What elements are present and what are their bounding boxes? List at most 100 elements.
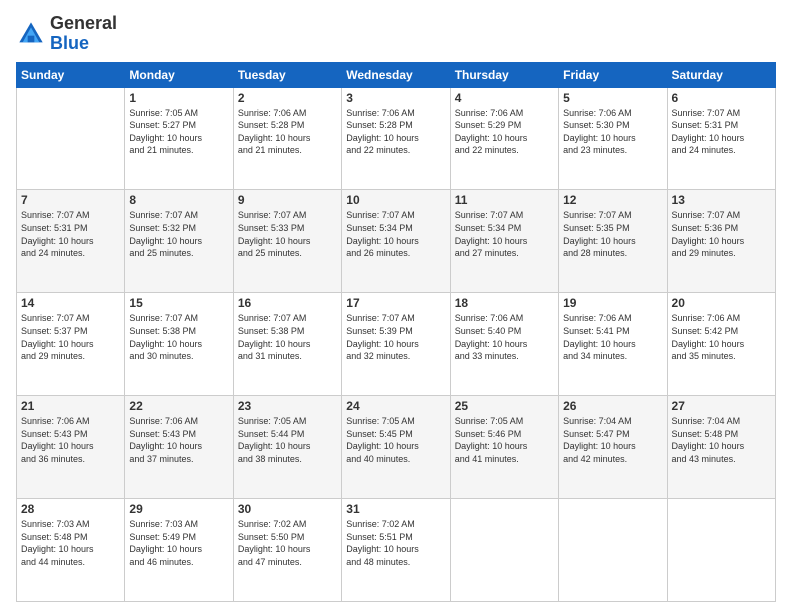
day-number: 6 xyxy=(672,91,771,105)
day-number: 5 xyxy=(563,91,662,105)
day-number: 25 xyxy=(455,399,554,413)
day-number: 12 xyxy=(563,193,662,207)
day-number: 23 xyxy=(238,399,337,413)
calendar-cell: 19 Sunrise: 7:06 AM Sunset: 5:41 PM Dayli… xyxy=(559,293,667,396)
logo: General Blue xyxy=(16,14,117,54)
cell-details: Sunrise: 7:07 AM Sunset: 5:34 PM Dayligh… xyxy=(346,209,445,259)
cell-details: Sunrise: 7:03 AM Sunset: 5:49 PM Dayligh… xyxy=(129,518,228,568)
calendar-cell: 31Sunrise: 7:02 AM Sunset: 5:51 PM Dayli… xyxy=(342,499,450,602)
calendar-cell: 9 Sunrise: 7:07 AM Sunset: 5:33 PM Daylig… xyxy=(233,190,341,293)
cell-details: Sunrise: 7:06 AM Sunset: 5:41 PM Dayligh… xyxy=(563,312,662,362)
day-number: 21 xyxy=(21,399,120,413)
day-number: 28 xyxy=(21,502,120,516)
calendar-cell: 26 Sunrise: 7:04 AM Sunset: 5:47 PM Dayli… xyxy=(559,396,667,499)
day-number: 16 xyxy=(238,296,337,310)
calendar-cell xyxy=(559,499,667,602)
day-number: 1 xyxy=(129,91,228,105)
calendar-cell: 7 Sunrise: 7:07 AM Sunset: 5:31 PM Daylig… xyxy=(17,190,125,293)
calendar-cell: 11 Sunrise: 7:07 AM Sunset: 5:34 PM Dayli… xyxy=(450,190,558,293)
day-number: 15 xyxy=(129,296,228,310)
day-number: 13 xyxy=(672,193,771,207)
day-number: 3 xyxy=(346,91,445,105)
cell-details: Sunrise: 7:04 AM Sunset: 5:48 PM Dayligh… xyxy=(672,415,771,465)
day-header-sunday: Sunday xyxy=(17,62,125,87)
calendar-cell: 13 Sunrise: 7:07 AM Sunset: 5:36 PM Dayli… xyxy=(667,190,775,293)
day-number: 24 xyxy=(346,399,445,413)
calendar-cell: 22 Sunrise: 7:06 AM Sunset: 5:43 PM Dayli… xyxy=(125,396,233,499)
calendar-cell: 14 Sunrise: 7:07 AM Sunset: 5:37 PM Dayli… xyxy=(17,293,125,396)
calendar-cell: 6 Sunrise: 7:07 AM Sunset: 5:31 PM Daylig… xyxy=(667,87,775,190)
cell-details: Sunrise: 7:06 AM Sunset: 5:28 PM Dayligh… xyxy=(238,107,337,157)
week-row-5: 28 Sunrise: 7:03 AM Sunset: 5:48 PM Dayli… xyxy=(17,499,776,602)
calendar-table: SundayMondayTuesdayWednesdayThursdayFrid… xyxy=(16,62,776,602)
cell-details: Sunrise: 7:07 AM Sunset: 5:31 PM Dayligh… xyxy=(672,107,771,157)
cell-details: Sunrise: 7:02 AM Sunset: 5:51 PM Dayligh… xyxy=(346,518,445,568)
calendar-cell: 17 Sunrise: 7:07 AM Sunset: 5:39 PM Dayli… xyxy=(342,293,450,396)
calendar-cell: 15 Sunrise: 7:07 AM Sunset: 5:38 PM Dayli… xyxy=(125,293,233,396)
calendar-cell: 27 Sunrise: 7:04 AM Sunset: 5:48 PM Dayli… xyxy=(667,396,775,499)
day-number: 19 xyxy=(563,296,662,310)
calendar-cell: 16 Sunrise: 7:07 AM Sunset: 5:38 PM Dayli… xyxy=(233,293,341,396)
calendar-cell: 25Sunrise: 7:05 AM Sunset: 5:46 PM Dayli… xyxy=(450,396,558,499)
days-header-row: SundayMondayTuesdayWednesdayThursdayFrid… xyxy=(17,62,776,87)
calendar-cell: 8 Sunrise: 7:07 AM Sunset: 5:32 PM Daylig… xyxy=(125,190,233,293)
day-number: 8 xyxy=(129,193,228,207)
cell-details: Sunrise: 7:06 AM Sunset: 5:43 PM Dayligh… xyxy=(129,415,228,465)
calendar-cell: 12 Sunrise: 7:07 AM Sunset: 5:35 PM Dayli… xyxy=(559,190,667,293)
week-row-4: 21 Sunrise: 7:06 AM Sunset: 5:43 PM Dayli… xyxy=(17,396,776,499)
calendar-cell: 5Sunrise: 7:06 AM Sunset: 5:30 PM Daylig… xyxy=(559,87,667,190)
cell-details: Sunrise: 7:06 AM Sunset: 5:42 PM Dayligh… xyxy=(672,312,771,362)
day-number: 29 xyxy=(129,502,228,516)
calendar-body: 1Sunrise: 7:05 AM Sunset: 5:27 PM Daylig… xyxy=(17,87,776,601)
cell-details: Sunrise: 7:07 AM Sunset: 5:38 PM Dayligh… xyxy=(129,312,228,362)
day-header-tuesday: Tuesday xyxy=(233,62,341,87)
logo-icon xyxy=(16,19,46,49)
cell-details: Sunrise: 7:07 AM Sunset: 5:38 PM Dayligh… xyxy=(238,312,337,362)
week-row-1: 1Sunrise: 7:05 AM Sunset: 5:27 PM Daylig… xyxy=(17,87,776,190)
day-number: 11 xyxy=(455,193,554,207)
header: General Blue xyxy=(16,14,776,54)
cell-details: Sunrise: 7:07 AM Sunset: 5:34 PM Dayligh… xyxy=(455,209,554,259)
day-number: 18 xyxy=(455,296,554,310)
cell-details: Sunrise: 7:07 AM Sunset: 5:35 PM Dayligh… xyxy=(563,209,662,259)
calendar-cell: 28 Sunrise: 7:03 AM Sunset: 5:48 PM Dayli… xyxy=(17,499,125,602)
day-number: 17 xyxy=(346,296,445,310)
calendar-cell: 21 Sunrise: 7:06 AM Sunset: 5:43 PM Dayli… xyxy=(17,396,125,499)
day-number: 20 xyxy=(672,296,771,310)
calendar-cell xyxy=(667,499,775,602)
cell-details: Sunrise: 7:07 AM Sunset: 5:32 PM Dayligh… xyxy=(129,209,228,259)
cell-details: Sunrise: 7:07 AM Sunset: 5:39 PM Dayligh… xyxy=(346,312,445,362)
day-header-saturday: Saturday xyxy=(667,62,775,87)
calendar-cell: 29 Sunrise: 7:03 AM Sunset: 5:49 PM Dayli… xyxy=(125,499,233,602)
week-row-3: 14 Sunrise: 7:07 AM Sunset: 5:37 PM Dayli… xyxy=(17,293,776,396)
day-header-monday: Monday xyxy=(125,62,233,87)
day-number: 4 xyxy=(455,91,554,105)
calendar-cell xyxy=(450,499,558,602)
calendar-cell: 4 Sunrise: 7:06 AM Sunset: 5:29 PM Daylig… xyxy=(450,87,558,190)
cell-details: Sunrise: 7:07 AM Sunset: 5:37 PM Dayligh… xyxy=(21,312,120,362)
cell-details: Sunrise: 7:06 AM Sunset: 5:29 PM Dayligh… xyxy=(455,107,554,157)
cell-details: Sunrise: 7:03 AM Sunset: 5:48 PM Dayligh… xyxy=(21,518,120,568)
cell-details: Sunrise: 7:06 AM Sunset: 5:28 PM Dayligh… xyxy=(346,107,445,157)
page: General Blue SundayMondayTuesdayWednesda… xyxy=(0,0,792,612)
day-header-thursday: Thursday xyxy=(450,62,558,87)
day-number: 22 xyxy=(129,399,228,413)
day-number: 9 xyxy=(238,193,337,207)
calendar-cell: 2Sunrise: 7:06 AM Sunset: 5:28 PM Daylig… xyxy=(233,87,341,190)
day-number: 26 xyxy=(563,399,662,413)
cell-details: Sunrise: 7:07 AM Sunset: 5:31 PM Dayligh… xyxy=(21,209,120,259)
cell-details: Sunrise: 7:07 AM Sunset: 5:36 PM Dayligh… xyxy=(672,209,771,259)
cell-details: Sunrise: 7:04 AM Sunset: 5:47 PM Dayligh… xyxy=(563,415,662,465)
day-number: 27 xyxy=(672,399,771,413)
calendar-cell: 10Sunrise: 7:07 AM Sunset: 5:34 PM Dayli… xyxy=(342,190,450,293)
calendar-cell: 18Sunrise: 7:06 AM Sunset: 5:40 PM Dayli… xyxy=(450,293,558,396)
cell-details: Sunrise: 7:05 AM Sunset: 5:44 PM Dayligh… xyxy=(238,415,337,465)
day-header-friday: Friday xyxy=(559,62,667,87)
calendar-cell: 3 Sunrise: 7:06 AM Sunset: 5:28 PM Daylig… xyxy=(342,87,450,190)
day-number: 14 xyxy=(21,296,120,310)
calendar-cell: 30Sunrise: 7:02 AM Sunset: 5:50 PM Dayli… xyxy=(233,499,341,602)
cell-details: Sunrise: 7:07 AM Sunset: 5:33 PM Dayligh… xyxy=(238,209,337,259)
day-number: 7 xyxy=(21,193,120,207)
day-number: 30 xyxy=(238,502,337,516)
cell-details: Sunrise: 7:06 AM Sunset: 5:43 PM Dayligh… xyxy=(21,415,120,465)
